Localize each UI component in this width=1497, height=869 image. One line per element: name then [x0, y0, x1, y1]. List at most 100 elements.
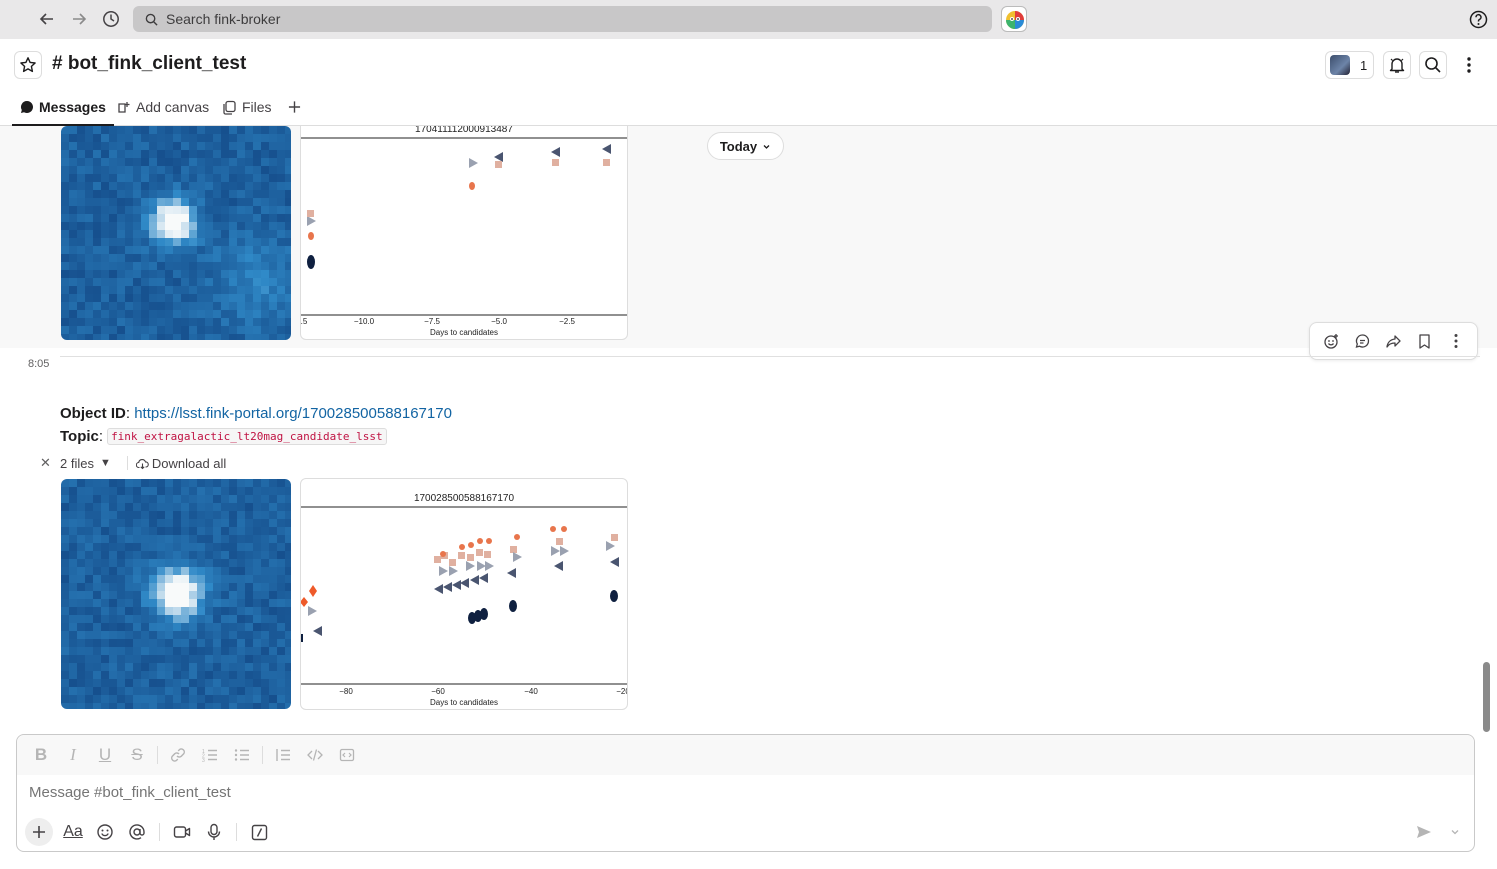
chart-marks	[307, 144, 611, 269]
plus-icon	[33, 826, 45, 838]
more-options-button[interactable]	[1459, 53, 1479, 77]
tab-files[interactable]: Files	[222, 89, 272, 125]
data-point-g	[556, 538, 563, 545]
bell-icon	[1389, 58, 1405, 73]
data-point-r	[459, 544, 465, 550]
data-point-g	[510, 546, 517, 553]
data-point-g	[476, 549, 483, 556]
data-point-r	[486, 538, 492, 544]
data-point-r	[440, 551, 446, 557]
send-options-button[interactable]	[1445, 822, 1465, 842]
search-bar[interactable]: Search fink-broker	[133, 6, 992, 32]
back-arrow-icon[interactable]	[35, 7, 59, 31]
members-button[interactable]: 1	[1325, 51, 1374, 79]
message-bubble-icon	[20, 101, 33, 113]
notifications-button[interactable]	[1383, 51, 1411, 79]
cutout-pixel-grid	[61, 479, 291, 709]
mention-icon[interactable]	[121, 818, 153, 846]
tab-messages[interactable]: Messages	[12, 89, 114, 126]
message-timestamp[interactable]: 8:05	[28, 358, 49, 370]
download-all-button[interactable]: Download all	[152, 456, 226, 471]
strikethrough-icon[interactable]: S	[121, 741, 153, 769]
underline-icon[interactable]: U	[89, 741, 121, 769]
files-count[interactable]: 2 files	[60, 456, 94, 471]
fink-app-icon[interactable]	[1001, 6, 1027, 32]
cutout-image[interactable]	[61, 479, 291, 709]
search-channel-button[interactable]	[1419, 51, 1447, 79]
bold-icon[interactable]: B	[25, 741, 57, 769]
channel-name[interactable]: # bot_fink_client_test	[52, 53, 246, 75]
bookmark-icon[interactable]	[1411, 327, 1439, 355]
bullet-list-icon[interactable]	[226, 741, 258, 769]
add-tab-button[interactable]	[288, 89, 306, 125]
object-id-link[interactable]: https://lsst.fink-portal.org/17002850058…	[134, 405, 452, 422]
emoji-icon[interactable]	[89, 818, 121, 846]
slash-command-icon[interactable]	[243, 818, 275, 846]
cutout-pixel-grid	[61, 126, 291, 340]
video-icon[interactable]	[166, 818, 198, 846]
topic-code: fink_extragalactic_lt20mag_candidate_lss…	[107, 428, 387, 445]
formatting-toolbar: B I U S 123	[17, 735, 1474, 775]
data-point-g	[603, 159, 610, 166]
search-placeholder: Search fink-broker	[166, 11, 281, 27]
upper-limit-marker	[466, 561, 475, 571]
upper-limit-marker	[443, 582, 452, 592]
data-point-diamond	[301, 597, 308, 607]
tick-label: −5.0	[491, 317, 507, 326]
data-point-r	[308, 232, 314, 240]
forward-arrow-icon[interactable]	[67, 7, 91, 31]
data-point-g	[458, 552, 465, 559]
top-app-bar: Search fink-broker	[0, 0, 1497, 39]
ordered-list-icon[interactable]: 123	[194, 741, 226, 769]
message-list-scrollbar[interactable]	[1483, 662, 1490, 732]
text-format-icon[interactable]: Aa	[57, 818, 89, 846]
star-channel-button[interactable]	[14, 51, 42, 79]
upper-limit-marker	[610, 557, 619, 567]
more-actions-icon[interactable]	[1442, 327, 1470, 355]
data-point-r	[561, 526, 567, 532]
channel-header: # bot_fink_client_test 1	[0, 39, 1497, 89]
link-icon[interactable]	[162, 741, 194, 769]
data-point-g	[611, 534, 618, 541]
upper-limit-marker	[551, 147, 560, 157]
data-point-r	[550, 526, 556, 532]
divider	[262, 746, 263, 764]
help-icon[interactable]	[1466, 7, 1490, 31]
forward-share-icon[interactable]	[1380, 327, 1408, 355]
code-icon[interactable]	[299, 741, 331, 769]
tab-add-canvas[interactable]: Add canvas	[116, 89, 209, 125]
tick-label: −40	[524, 687, 538, 696]
data-point-g	[484, 551, 491, 558]
plus-icon	[288, 101, 301, 113]
code-block-icon[interactable]	[331, 741, 363, 769]
lightcurve-chart[interactable]: 170028500588167170 −80 −60 −40 −2 Days t…	[300, 478, 628, 710]
add-reaction-icon[interactable]	[1318, 327, 1346, 355]
reply-thread-icon[interactable]	[1349, 327, 1377, 355]
message-actions-toolbar	[1309, 322, 1478, 360]
attach-plus-button[interactable]	[25, 818, 53, 846]
upper-limit-marker	[485, 561, 494, 571]
blockquote-icon[interactable]	[267, 741, 299, 769]
upper-limit-marker	[470, 575, 479, 585]
tick-label: −20	[616, 687, 627, 696]
caret-down-icon[interactable]: ▼	[100, 457, 111, 469]
lightcurve-chart-previous[interactable]: 170411112000913487 .5 −10.0 −7.5 −5.0 −2…	[300, 126, 628, 340]
cutout-image-previous[interactable]	[61, 126, 291, 340]
message-composer: B I U S 123 Aa	[16, 734, 1475, 852]
upper-limit-marker	[507, 568, 516, 578]
collapse-files-icon[interactable]: ✕	[40, 455, 52, 471]
topic-line: Topic: fink_extragalactic_lt20mag_candid…	[60, 428, 387, 445]
message-input[interactable]	[29, 784, 1429, 801]
lightcurve-plot	[301, 506, 627, 685]
object-id-line: Object ID: https://lsst.fink-portal.org/…	[60, 405, 452, 422]
microphone-icon[interactable]	[198, 818, 230, 846]
message-separator	[60, 356, 1480, 357]
date-divider-today[interactable]: Today	[707, 132, 784, 160]
italic-icon[interactable]: I	[57, 741, 89, 769]
send-button[interactable]	[1413, 822, 1435, 842]
object-id-label: Object ID	[60, 405, 126, 422]
channel-tabs: Messages Add canvas Files	[0, 89, 1497, 126]
history-clock-icon[interactable]	[99, 7, 123, 31]
x-axis-label: Days to candidates	[429, 328, 499, 337]
upper-limit-marker	[307, 216, 316, 226]
